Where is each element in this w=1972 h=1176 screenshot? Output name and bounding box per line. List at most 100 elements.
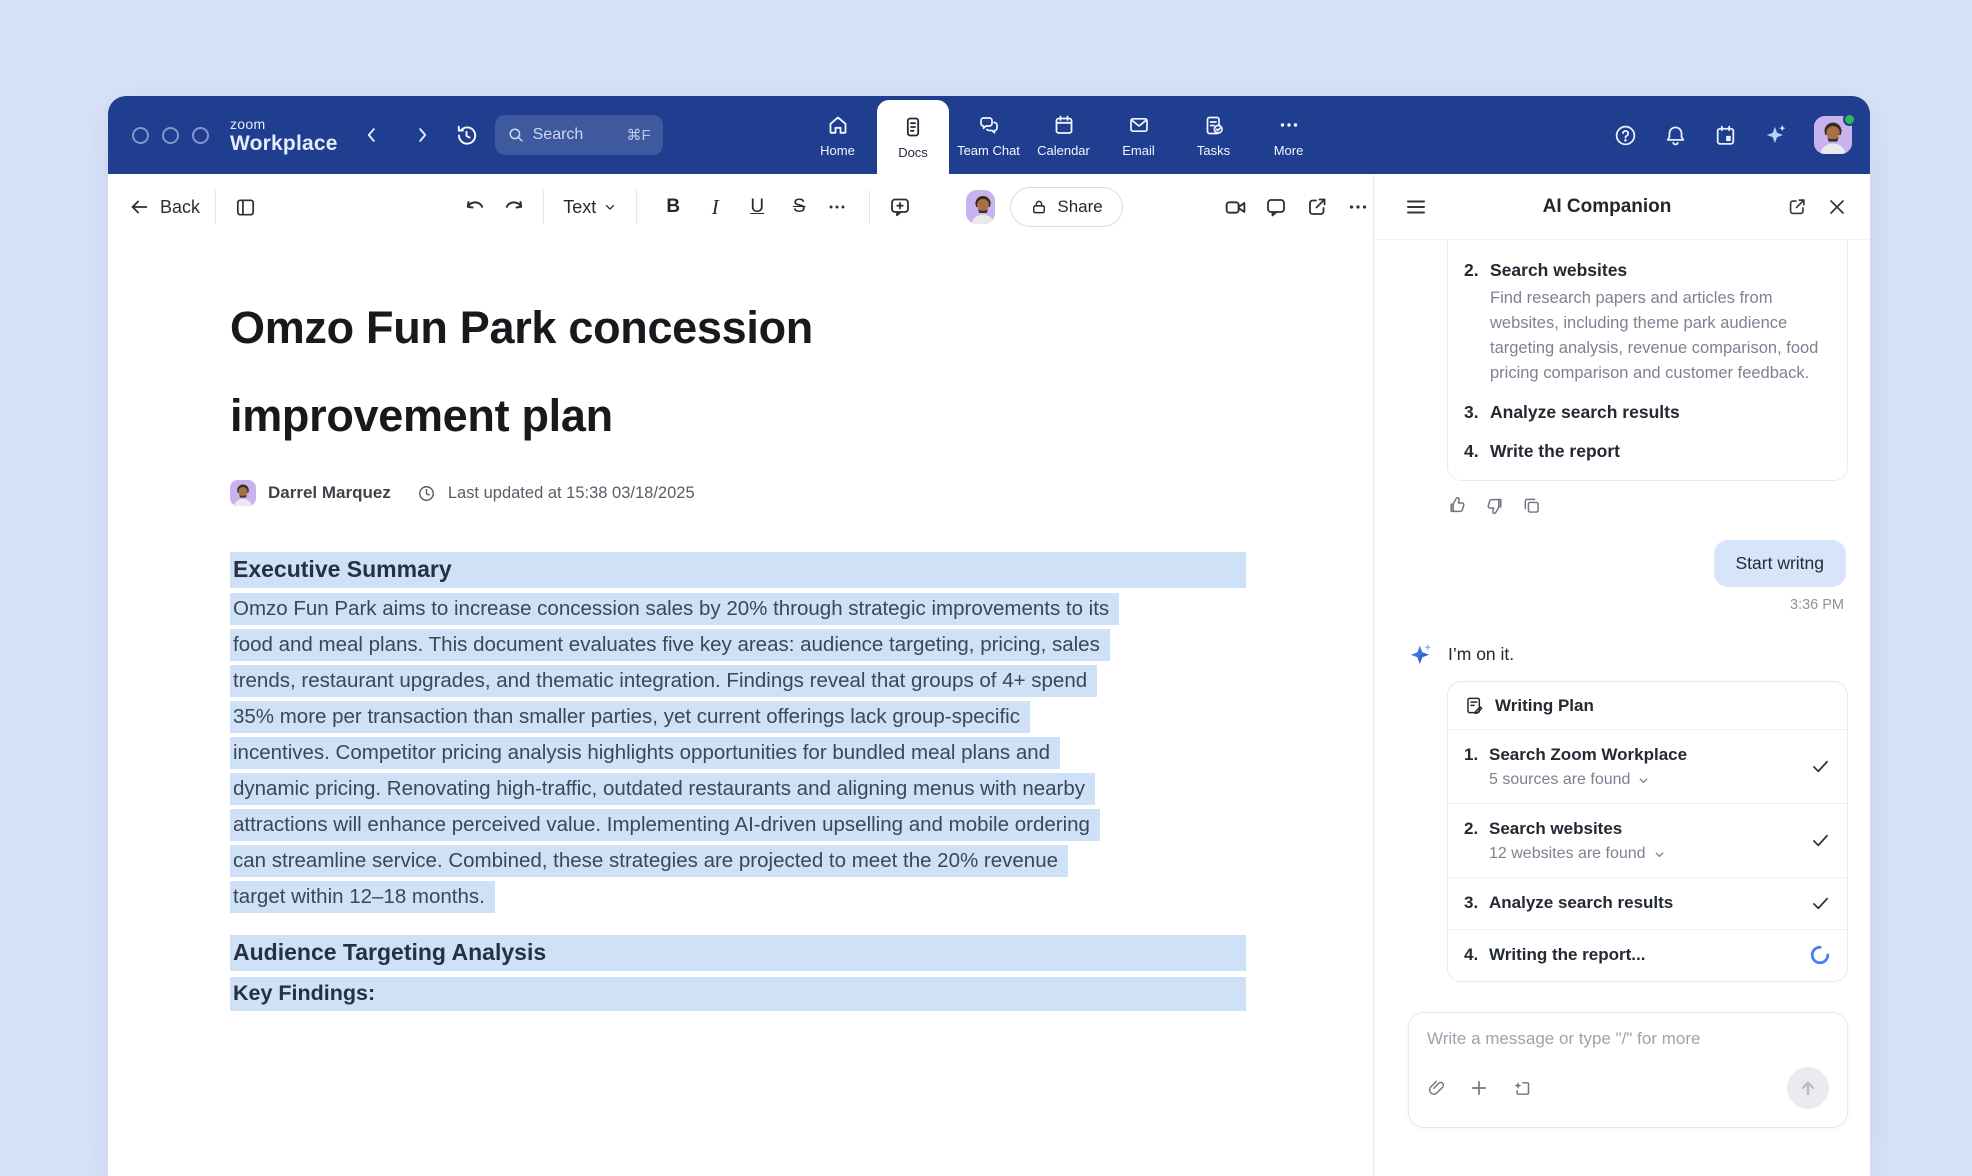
back-button[interactable]: Back bbox=[128, 196, 200, 218]
ai-ack-text: I’m on it. bbox=[1448, 644, 1514, 665]
redo-button[interactable] bbox=[499, 190, 528, 224]
check-icon bbox=[1810, 893, 1831, 914]
item-sub[interactable]: 5 sources are found bbox=[1489, 771, 1687, 789]
ai-panel-header-actions bbox=[1786, 196, 1848, 218]
tab-team-chat[interactable]: Team Chat bbox=[951, 96, 1026, 174]
close-panel-button[interactable] bbox=[1826, 196, 1848, 218]
open-external-icon bbox=[1786, 196, 1808, 218]
message-composer[interactable] bbox=[1408, 1012, 1848, 1128]
share-button[interactable]: Share bbox=[1010, 187, 1122, 227]
plus-icon bbox=[1469, 1078, 1489, 1098]
tab-more[interactable]: More bbox=[1251, 96, 1326, 174]
presence-indicator bbox=[1843, 113, 1856, 126]
item-sub[interactable]: 12 websites are found bbox=[1489, 845, 1666, 863]
insert-ai-button[interactable] bbox=[1511, 1078, 1532, 1099]
search-icon bbox=[507, 126, 525, 144]
tab-tasks[interactable]: Tasks bbox=[1176, 96, 1251, 174]
video-button[interactable] bbox=[1221, 190, 1250, 224]
paperclip-icon bbox=[1427, 1078, 1447, 1098]
calendar-icon bbox=[1052, 113, 1076, 137]
divider bbox=[543, 190, 544, 224]
zoom-workplace-logo: zoom Workplace bbox=[230, 117, 338, 154]
lock-icon bbox=[1030, 198, 1048, 216]
doc-heading-audience-targeting: Audience Targeting Analysis bbox=[230, 935, 1246, 971]
window-zoom-button[interactable] bbox=[192, 127, 209, 144]
hamburger-menu-icon bbox=[1404, 195, 1428, 219]
doc-toolbar: Back Text B bbox=[108, 174, 1373, 240]
user-avatar[interactable] bbox=[1814, 116, 1852, 154]
tab-label: Email bbox=[1122, 143, 1155, 158]
ai-message-row: I’m on it. bbox=[1408, 641, 1848, 668]
ai-sparkle-icon bbox=[1763, 122, 1789, 148]
strikethrough-button[interactable]: S bbox=[778, 190, 820, 224]
chevron-down-icon bbox=[1637, 774, 1650, 787]
search-input[interactable]: Search ⌘F bbox=[495, 115, 663, 155]
open-external-icon bbox=[1305, 195, 1329, 219]
format-more-button[interactable] bbox=[820, 190, 854, 224]
plan-item-1[interactable]: 1. Search Zoom Workplace 5 sources are f… bbox=[1448, 730, 1847, 803]
nav-forward-button[interactable] bbox=[410, 123, 434, 147]
sidebar-toggle-button[interactable] bbox=[231, 190, 260, 224]
item-number: 4. bbox=[1464, 439, 1490, 464]
team-chat-icon bbox=[977, 113, 1001, 137]
arrow-left-icon bbox=[128, 196, 150, 218]
ai-panel-header: AI Companion bbox=[1374, 174, 1870, 240]
document-column: Back Text B bbox=[108, 174, 1373, 1176]
plan-item-3[interactable]: 3. Analyze search results bbox=[1448, 877, 1847, 929]
thumbs-down-icon bbox=[1484, 495, 1505, 516]
window-close-button[interactable] bbox=[132, 127, 149, 144]
window-minimize-button[interactable] bbox=[162, 127, 179, 144]
nav-back-button[interactable] bbox=[360, 123, 384, 147]
app-window: zoom Workplace Search ⌘F bbox=[108, 96, 1870, 1176]
plan-item-4[interactable]: 4. Writing the report... bbox=[1448, 929, 1847, 981]
export-button[interactable] bbox=[1303, 190, 1332, 224]
document-canvas[interactable]: Omzo Fun Park concession improvement pla… bbox=[108, 240, 1373, 1176]
clipped-plan-text: current food pricing strategy. bbox=[1490, 240, 1829, 244]
text-style-label: Text bbox=[563, 197, 596, 218]
ai-companion-nav-button[interactable] bbox=[1763, 122, 1789, 148]
plan-preview-item: 4. Write the report bbox=[1464, 439, 1829, 464]
search-placeholder: Search bbox=[533, 126, 584, 144]
tab-docs[interactable]: Docs bbox=[877, 100, 949, 174]
attach-button[interactable] bbox=[1427, 1078, 1447, 1098]
underline-button[interactable]: U bbox=[736, 190, 778, 224]
notifications-button[interactable] bbox=[1663, 123, 1688, 148]
home-icon bbox=[826, 113, 850, 137]
thumbs-down-button[interactable] bbox=[1484, 495, 1505, 516]
close-icon bbox=[1826, 196, 1848, 218]
item-number: 2. bbox=[1464, 817, 1489, 863]
logo-line2: Workplace bbox=[230, 133, 338, 154]
bold-button[interactable]: B bbox=[652, 190, 694, 224]
sparkle-insert-icon bbox=[1511, 1078, 1532, 1099]
collaborator-avatar[interactable] bbox=[966, 190, 995, 224]
ai-panel-title: AI Companion bbox=[1428, 196, 1786, 218]
user-message-bubble: Start writng bbox=[1714, 540, 1847, 587]
help-button[interactable] bbox=[1613, 123, 1638, 148]
plan-preview-card: current food pricing strategy. 2. Search… bbox=[1447, 240, 1848, 481]
item-title: Analyze search results bbox=[1489, 891, 1673, 915]
ai-panel-menu-button[interactable] bbox=[1404, 195, 1428, 219]
doc-more-button[interactable] bbox=[1344, 190, 1373, 224]
copy-button[interactable] bbox=[1521, 495, 1542, 516]
message-input[interactable] bbox=[1427, 1029, 1829, 1049]
plan-item-2[interactable]: 2. Search websites 12 websites are found bbox=[1448, 803, 1847, 877]
tab-calendar[interactable]: Calendar bbox=[1026, 96, 1101, 174]
chat-button[interactable] bbox=[1262, 190, 1291, 224]
add-button[interactable] bbox=[1469, 1078, 1489, 1098]
tab-email[interactable]: Email bbox=[1101, 96, 1176, 174]
tab-label: Home bbox=[820, 143, 855, 158]
tab-home[interactable]: Home bbox=[800, 96, 875, 174]
comment-button[interactable] bbox=[885, 190, 914, 224]
schedule-button[interactable] bbox=[1713, 123, 1738, 148]
thumbs-up-button[interactable] bbox=[1447, 495, 1468, 516]
undo-button[interactable] bbox=[460, 190, 489, 224]
divider bbox=[636, 190, 637, 224]
popout-button[interactable] bbox=[1786, 196, 1808, 218]
recents-button[interactable] bbox=[454, 123, 479, 148]
bell-icon bbox=[1663, 123, 1688, 148]
sidebar-panel-icon bbox=[234, 196, 257, 219]
italic-button[interactable]: I bbox=[694, 190, 736, 224]
text-style-dropdown[interactable]: Text bbox=[559, 197, 621, 218]
divider bbox=[215, 190, 216, 224]
send-button[interactable] bbox=[1787, 1067, 1829, 1109]
